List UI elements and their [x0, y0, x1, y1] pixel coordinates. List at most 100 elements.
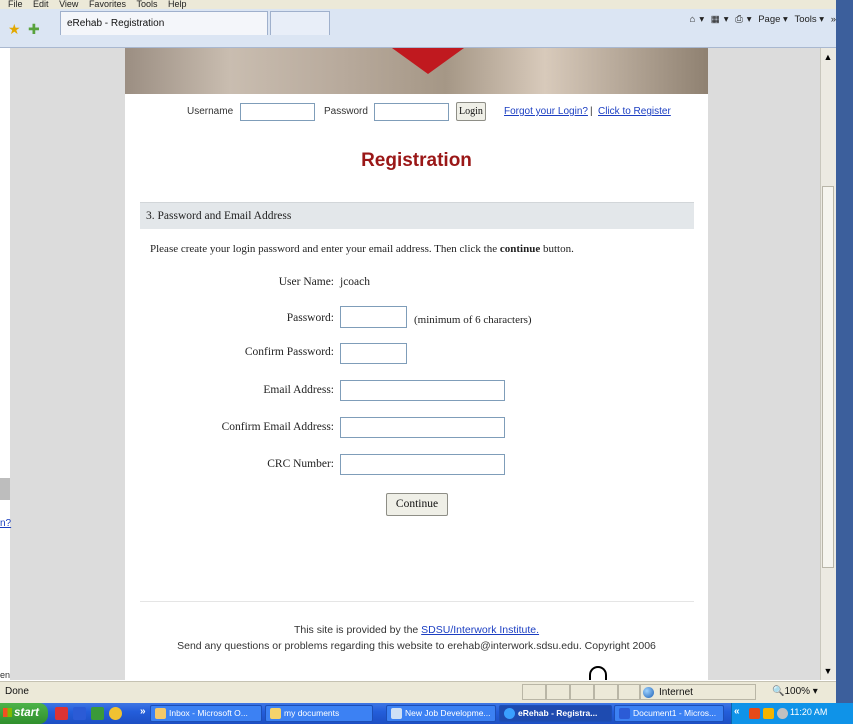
folder-icon — [270, 708, 281, 719]
taskbar-my-documents[interactable]: my documents — [265, 705, 373, 722]
row-confirm-password: Confirm Password: — [150, 346, 334, 362]
zoom-value: 100% — [784, 686, 811, 697]
feeds-icon[interactable]: ▦ ▾ — [711, 14, 729, 25]
confirm-password-input[interactable] — [340, 343, 407, 364]
taskbar-document1[interactable]: Document1 - Micros... — [614, 705, 724, 722]
background-link-fragment: n? — [0, 518, 12, 529]
menu-bar: File Edit View Favorites Tools Help — [0, 0, 836, 9]
tab-erehab-registration[interactable]: eRehab - Registration — [60, 11, 268, 35]
menu-favorites[interactable]: Favorites — [89, 0, 126, 9]
status-bar: Done Internet 🔍100% ▾ — [0, 681, 836, 704]
instructions-emphasis: continue — [499, 243, 541, 255]
row-confirm-email: Confirm Email Address: — [150, 421, 334, 437]
word-icon — [619, 708, 630, 719]
tray-app-icon[interactable] — [777, 708, 788, 719]
status-cell — [522, 684, 546, 700]
row-email: Email Address: — [150, 384, 334, 400]
add-favorites-icon[interactable]: ✚ — [28, 22, 40, 36]
acrobat-quicklaunch-icon[interactable] — [55, 707, 68, 720]
continue-button[interactable]: Continue — [386, 493, 448, 516]
footer-provider: This site is provided by the SDSU/Interw… — [125, 624, 708, 636]
section-header: 3. Password and Email Address — [140, 202, 694, 229]
crc-number-label: CRC Number: — [267, 458, 334, 470]
instructions-text: Please create your login password and en… — [150, 243, 574, 255]
tools-menu[interactable]: Tools ▾ — [794, 14, 824, 25]
instructions-tail: button. — [542, 243, 574, 255]
menu-file[interactable]: File — [8, 0, 23, 9]
login-button[interactable]: Login — [456, 102, 486, 121]
forgot-login-link[interactable]: Forgot your Login? — [504, 106, 588, 117]
menu-help[interactable]: Help — [168, 0, 187, 9]
print-icon[interactable]: ⎙ ▾ — [735, 14, 751, 25]
row-username: User Name: — [150, 276, 334, 292]
new-tab-button[interactable] — [270, 11, 330, 35]
zoom-level[interactable]: 🔍100% ▾ — [768, 684, 834, 700]
footer-provider-text: This site is provided by the — [293, 624, 419, 636]
scroll-up-arrow-icon[interactable]: ▲ — [821, 50, 835, 64]
taskbar-inbox[interactable]: Inbox - Microsoft O... — [150, 705, 262, 722]
scrollbar-thumb[interactable] — [822, 186, 834, 568]
username-label: Username — [187, 106, 234, 117]
word-quicklaunch-icon[interactable] — [73, 707, 86, 720]
sdsu-interwork-link[interactable]: SDSU/Interwork Institute. — [421, 624, 539, 636]
row-password: Password: — [150, 312, 334, 328]
menu-view[interactable]: View — [59, 0, 78, 9]
footer-contact: Send any questions or problems regarding… — [177, 640, 656, 652]
tray-expand-icon[interactable]: « — [734, 706, 740, 717]
status-text: Done — [5, 686, 29, 697]
status-cell — [570, 684, 594, 700]
document-icon — [391, 708, 402, 719]
login-bar: Username Password Login Forgot your Logi… — [185, 102, 685, 123]
ie-icon — [504, 708, 515, 719]
clock[interactable]: 11:20 AM — [790, 707, 827, 717]
banner-arrow-icon — [392, 48, 464, 74]
email-input[interactable] — [340, 380, 505, 401]
taskbar-erehab[interactable]: eRehab - Registra... — [499, 705, 612, 722]
scroll-down-arrow-icon[interactable]: ▼ — [821, 664, 835, 678]
page-title: Registration — [361, 150, 472, 171]
security-zone[interactable]: Internet — [640, 684, 756, 700]
windows-logo-icon — [3, 708, 12, 717]
status-cell — [546, 684, 570, 700]
confirm-email-input[interactable] — [340, 417, 505, 438]
confirm-email-label: Confirm Email Address: — [221, 421, 334, 433]
status-cell — [594, 684, 618, 700]
background-text-fragment: en — [0, 670, 11, 680]
tray-app-icon[interactable] — [763, 708, 774, 719]
outlook-icon — [155, 708, 166, 719]
password-input[interactable] — [340, 306, 407, 328]
messenger-quicklaunch-icon[interactable] — [109, 707, 122, 720]
status-cell — [618, 684, 640, 700]
left-window-edge — [0, 48, 10, 680]
crc-number-input[interactable] — [340, 454, 505, 475]
left-page-margin — [10, 48, 125, 680]
favorites-star-icon[interactable]: ★ — [8, 22, 21, 36]
email-label: Email Address: — [263, 384, 334, 396]
site-banner-image — [125, 48, 708, 94]
register-link[interactable]: Click to Register — [598, 106, 671, 117]
globe-icon — [643, 687, 654, 698]
login-username-input[interactable] — [240, 103, 315, 121]
username-field-label: User Name: — [278, 276, 334, 288]
footer-divider — [140, 601, 694, 602]
command-bar: ⌂ ▾ ▦ ▾ ⎙ ▾ Page ▾ Tools ▾ » — [686, 14, 836, 25]
quicklaunch-overflow[interactable]: » — [140, 706, 146, 717]
excel-quicklaunch-icon[interactable] — [91, 707, 104, 720]
home-icon[interactable]: ⌂ ▾ — [690, 14, 705, 25]
busy-cursor-icon — [589, 666, 607, 680]
link-separator: | — [590, 106, 593, 117]
password-field-label: Password: — [286, 312, 334, 324]
instructions-lead: Please create your login password and en… — [150, 243, 498, 255]
row-crc-number: CRC Number: — [150, 458, 334, 474]
password-hint: (minimum of 6 characters) — [414, 314, 532, 326]
menu-edit[interactable]: Edit — [33, 0, 49, 9]
menu-tools[interactable]: Tools — [136, 0, 157, 9]
tray-app-icon[interactable] — [749, 708, 760, 719]
page-menu[interactable]: Page ▾ — [758, 14, 788, 25]
right-page-margin — [708, 48, 820, 680]
desktop-background — [836, 0, 853, 724]
login-password-input[interactable] — [374, 103, 449, 121]
confirm-password-label: Confirm Password: — [244, 346, 334, 358]
username-value: jcoach — [340, 276, 371, 288]
taskbar-new-job[interactable]: New Job Developme... — [386, 705, 496, 722]
